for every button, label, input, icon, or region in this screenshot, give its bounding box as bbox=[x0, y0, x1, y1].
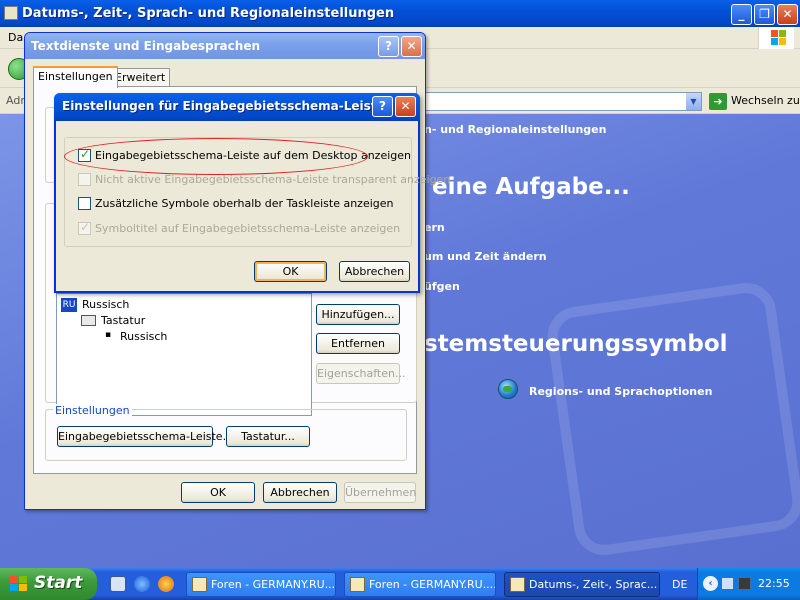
language-bar-settings-dialog: Einstellungen für Eingabegebietsschema-L… bbox=[54, 93, 450, 293]
network-icon[interactable] bbox=[721, 577, 734, 590]
language-bar-dialog-title: Einstellungen für Eingabegebietsschema-L… bbox=[62, 99, 385, 113]
checkbox-transparent bbox=[78, 173, 91, 186]
checkbox-icon-labels bbox=[78, 220, 91, 235]
media-player-icon[interactable] bbox=[158, 576, 174, 592]
ok-button[interactable]: OK bbox=[181, 482, 255, 503]
tab-erweitert[interactable]: Erweitert bbox=[110, 68, 171, 88]
help-button[interactable]: ? bbox=[378, 36, 399, 57]
maximize-button[interactable]: ❐ bbox=[754, 4, 775, 25]
start-button[interactable]: Start bbox=[0, 568, 97, 600]
taskbar-item-regional-settings[interactable]: Datums-, Zeit-, Sprac... bbox=[504, 572, 660, 597]
task-link-2[interactable]: um und Zeit ändern bbox=[424, 250, 547, 263]
go-arrow-icon[interactable]: ➔ bbox=[709, 93, 727, 110]
installed-services-list[interactable]: RU Russisch Tastatur ▪ Russisch bbox=[56, 293, 312, 416]
control-panel-heading: stemsteuerungssymbol bbox=[424, 331, 728, 357]
clock[interactable]: 22:55 bbox=[758, 577, 790, 590]
task-label: Foren - GERMANY.RU.... bbox=[211, 578, 336, 591]
task-heading: eine Aufgabe... bbox=[432, 174, 630, 200]
browser-window-icon bbox=[192, 577, 207, 592]
help-button[interactable]: ? bbox=[372, 96, 393, 117]
category-header: n- und Regionaleinstellungen bbox=[424, 123, 607, 136]
task-link-3[interactable]: üfgen bbox=[424, 280, 460, 293]
input-language-indicator[interactable]: DE bbox=[672, 578, 687, 591]
browser-window-icon bbox=[350, 577, 365, 592]
keyboard-icon bbox=[81, 315, 96, 326]
tab-einstellungen[interactable]: Einstellungen bbox=[33, 66, 118, 88]
bullet-icon: ▪ bbox=[105, 330, 112, 340]
language-bar-title-bar[interactable]: Einstellungen für Eingabegebietsschema-L… bbox=[54, 93, 420, 121]
control-panel-icon bbox=[4, 6, 18, 20]
desktop-icon[interactable] bbox=[110, 576, 126, 592]
taskbar-item-forum-2[interactable]: Foren - GERMANY.RU.... bbox=[344, 572, 496, 597]
address-label: Adr bbox=[6, 94, 25, 107]
minimize-button[interactable]: _ bbox=[731, 4, 752, 25]
tree-item-language[interactable]: Russisch bbox=[82, 298, 129, 311]
chevron-left-icon[interactable]: ‹ bbox=[703, 576, 718, 591]
menu-item-partial[interactable]: Da bbox=[8, 31, 23, 44]
ok-button[interactable]: OK bbox=[254, 261, 327, 282]
keyboard-tray-icon[interactable] bbox=[738, 577, 751, 590]
language-bar-button[interactable]: Eingabegebietsschema-Leiste... bbox=[57, 426, 233, 447]
main-window-title: Datums-, Zeit-, Sprach- und Regionaleins… bbox=[22, 6, 395, 21]
option-label: Zusätzliche Symbole oberhalb der Tasklei… bbox=[95, 197, 394, 210]
tree-item-layout[interactable]: Russisch bbox=[120, 330, 167, 343]
remove-button[interactable]: Entfernen bbox=[316, 333, 400, 354]
apply-button[interactable]: Übernehmen bbox=[344, 482, 416, 503]
cancel-button[interactable]: Abbrechen bbox=[339, 261, 410, 282]
address-input[interactable]: ▼ bbox=[420, 92, 702, 111]
system-tray: ‹ 22:55 bbox=[697, 568, 800, 600]
start-label: Start bbox=[34, 573, 83, 593]
language-badge: RU bbox=[61, 298, 77, 312]
option-label: Symboltitel auf Eingabegebietsschema-Lei… bbox=[95, 222, 401, 235]
main-title-bar[interactable]: Datums-, Zeit-, Sprach- und Regionaleins… bbox=[0, 0, 800, 27]
settings-group-label: Einstellungen bbox=[53, 404, 132, 417]
internet-explorer-icon[interactable] bbox=[134, 576, 150, 592]
go-button[interactable]: Wechseln zu bbox=[731, 94, 800, 107]
task-label: Datums-, Zeit-, Sprac... bbox=[529, 578, 658, 591]
text-services-title: Textdienste und Eingabesprachen bbox=[31, 39, 260, 53]
tree-item-category[interactable]: Tastatur bbox=[101, 314, 145, 327]
option-label: Nicht aktive Eingabegebietsschema-Leiste… bbox=[95, 173, 451, 186]
text-services-title-bar[interactable]: Textdienste und Eingabesprachen ? ✕ bbox=[25, 33, 425, 59]
windows-logo-icon bbox=[758, 27, 794, 49]
task-link-1[interactable]: ern bbox=[424, 221, 445, 234]
cancel-button[interactable]: Abbrechen bbox=[263, 482, 337, 503]
checkbox-extra-icons[interactable] bbox=[78, 197, 91, 210]
chevron-down-icon[interactable]: ▼ bbox=[686, 93, 701, 110]
windows-flag-icon bbox=[10, 576, 28, 592]
globe-icon[interactable] bbox=[498, 379, 518, 399]
taskbar-item-forum-1[interactable]: Foren - GERMANY.RU.... bbox=[186, 572, 336, 597]
close-button[interactable]: ✕ bbox=[401, 36, 422, 57]
decorative-checkmark-watermark bbox=[543, 279, 800, 559]
highlight-ellipse bbox=[64, 138, 368, 175]
close-button[interactable]: ✕ bbox=[777, 4, 798, 25]
control-panel-icon bbox=[510, 577, 525, 592]
close-button[interactable]: ✕ bbox=[395, 96, 416, 117]
keyboard-settings-button[interactable]: Tastatur... bbox=[226, 426, 310, 447]
add-button[interactable]: Hinzufügen... bbox=[316, 304, 400, 325]
properties-button[interactable]: Eigenschaften... bbox=[316, 363, 405, 384]
task-label: Foren - GERMANY.RU.... bbox=[369, 578, 496, 591]
regional-options-link[interactable]: Regions- und Sprachoptionen bbox=[529, 385, 712, 398]
